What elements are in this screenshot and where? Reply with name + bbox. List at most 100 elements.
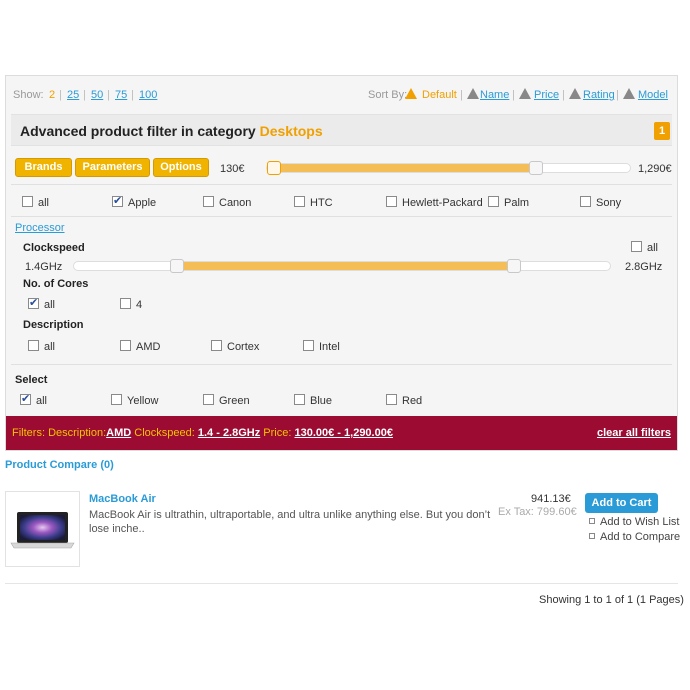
- cores-option-label: 4: [136, 299, 143, 311]
- product-thumbnail[interactable]: [5, 491, 80, 567]
- price-slider-max-handle[interactable]: [528, 161, 543, 175]
- select-option-label: Green: [219, 395, 250, 407]
- sort-option-price[interactable]: Price: [534, 89, 559, 101]
- laptop-image: [10, 512, 75, 549]
- brand-label: Palm: [504, 197, 530, 209]
- sort-option-default[interactable]: Default: [422, 89, 457, 101]
- filter-description-value[interactable]: AMD: [106, 427, 131, 439]
- processor-section-link[interactable]: Processor: [15, 222, 65, 234]
- filter-description-label: Description:: [48, 427, 107, 439]
- sort-triangle-icon: [467, 88, 479, 99]
- description-option-label: all: [44, 341, 56, 353]
- sort-option-name[interactable]: Name: [480, 89, 509, 101]
- add-to-cart-button[interactable]: Add to Cart: [585, 493, 658, 513]
- sort-triangle-icon: [405, 88, 417, 99]
- filter-price-label: Price:: [263, 427, 292, 439]
- product-description: MacBook Air is ultrathin, ultraportable,…: [89, 509, 491, 535]
- brand-label: HTC: [310, 197, 333, 209]
- product-price: 941.13€: [531, 493, 571, 505]
- clockspeed-max-label: 2.8GHz: [625, 261, 663, 273]
- price-slider-range: [267, 164, 536, 172]
- sort-by-label: Sort By:: [368, 89, 408, 101]
- sort-separator: |: [512, 89, 515, 101]
- active-filters-bar: Filters: Description:AMD Clockspeed: 1.4…: [6, 416, 677, 450]
- description-checkbox[interactable]: [28, 340, 39, 351]
- title-prefix: Advanced product filter in category: [20, 123, 256, 139]
- sort-separator: |: [562, 89, 565, 101]
- select-label: Select: [15, 374, 48, 386]
- description-checkbox[interactable]: [120, 340, 131, 351]
- category-name: Desktops: [259, 123, 323, 139]
- description-checkbox[interactable]: [303, 340, 314, 351]
- show-option-50[interactable]: 50: [91, 89, 103, 101]
- brand-checkbox[interactable]: [294, 196, 305, 207]
- clockspeed-slider-range: [170, 262, 514, 270]
- clockspeed-min-label: 1.4GHz: [25, 261, 63, 273]
- show-separator: |: [107, 89, 110, 101]
- sort-option-model[interactable]: Model: [638, 89, 668, 101]
- show-separator: |: [59, 89, 62, 101]
- compare-icon: [589, 533, 595, 539]
- brand-label: Apple: [128, 197, 157, 209]
- cores-checkbox[interactable]: [28, 296, 39, 309]
- product-compare-link[interactable]: Product Compare (0): [5, 459, 114, 471]
- product-name-link[interactable]: MacBook Air: [89, 493, 156, 505]
- sort-option-rating[interactable]: Rating: [583, 89, 615, 101]
- tab-options[interactable]: Options: [153, 158, 209, 177]
- select-checkbox[interactable]: [203, 394, 214, 405]
- sort-separator: |: [460, 89, 463, 101]
- filter-title-bar: Advanced product filter in category Desk…: [11, 114, 672, 146]
- brand-checkbox[interactable]: [112, 194, 123, 207]
- product-ex-tax: Ex Tax: 799.60€: [498, 506, 577, 518]
- divider: [11, 216, 672, 217]
- brand-checkbox[interactable]: [203, 196, 214, 207]
- brand-checkbox[interactable]: [386, 196, 397, 207]
- page-title: Advanced product filter in category Desk…: [20, 123, 323, 139]
- description-option-label: Intel: [319, 341, 340, 353]
- add-to-wishlist-link[interactable]: Add to Wish List: [600, 516, 679, 528]
- clockspeed-slider-max-handle[interactable]: [506, 259, 521, 273]
- show-option-100[interactable]: 100: [139, 89, 157, 101]
- show-option-2[interactable]: 2: [49, 89, 55, 101]
- brand-checkbox[interactable]: [22, 196, 33, 207]
- clockspeed-all-checkbox[interactable]: [631, 241, 642, 252]
- filter-count-badge[interactable]: 1: [654, 122, 670, 140]
- price-slider-min-handle[interactable]: [267, 161, 281, 175]
- select-checkbox[interactable]: [294, 394, 305, 405]
- sort-triangle-icon: [623, 88, 635, 99]
- cores-checkbox[interactable]: [120, 298, 131, 309]
- show-separator: |: [131, 89, 134, 101]
- clockspeed-slider-min-handle[interactable]: [170, 259, 185, 273]
- sort-triangle-icon: [569, 88, 581, 99]
- select-option-label: Yellow: [127, 395, 159, 407]
- pagination-text: Showing 1 to 1 of 1 (1 Pages): [539, 594, 684, 606]
- filter-price-value[interactable]: 130.00€ - 1,290.00€: [294, 427, 392, 439]
- clockspeed-slider-track[interactable]: [73, 261, 611, 271]
- brand-checkbox[interactable]: [488, 196, 499, 207]
- clear-all-filters-link[interactable]: clear all filters: [597, 427, 671, 439]
- select-checkbox[interactable]: [386, 394, 397, 405]
- tab-brands[interactable]: Brands: [15, 158, 72, 177]
- description-label: Description: [23, 319, 84, 331]
- price-slider-track[interactable]: [266, 163, 631, 173]
- description-checkbox[interactable]: [211, 340, 222, 351]
- divider: [11, 184, 672, 185]
- show-option-25[interactable]: 25: [67, 89, 79, 101]
- add-to-compare-link[interactable]: Add to Compare: [600, 531, 680, 543]
- select-checkbox[interactable]: [111, 394, 122, 405]
- divider: [5, 583, 678, 584]
- description-option-label: Cortex: [227, 341, 260, 353]
- description-option-label: AMD: [136, 341, 161, 353]
- select-checkbox[interactable]: [20, 392, 31, 405]
- brand-checkbox[interactable]: [580, 196, 591, 207]
- filter-panel: Show: 2 | 25 | 50 | 75 | 100 Sort By: De…: [5, 75, 678, 451]
- select-option-label: all: [36, 395, 48, 407]
- sort-separator: |: [616, 89, 619, 101]
- filter-clockspeed-value[interactable]: 1.4 - 2.8GHz: [198, 427, 260, 439]
- select-option-label: Blue: [310, 395, 333, 407]
- show-option-75[interactable]: 75: [115, 89, 127, 101]
- brand-label: Hewlett-Packard: [402, 197, 483, 209]
- toolbar: Show: 2 | 25 | 50 | 75 | 100 Sort By: De…: [6, 76, 677, 113]
- show-label: Show:: [13, 89, 44, 101]
- tab-parameters[interactable]: Parameters: [75, 158, 150, 177]
